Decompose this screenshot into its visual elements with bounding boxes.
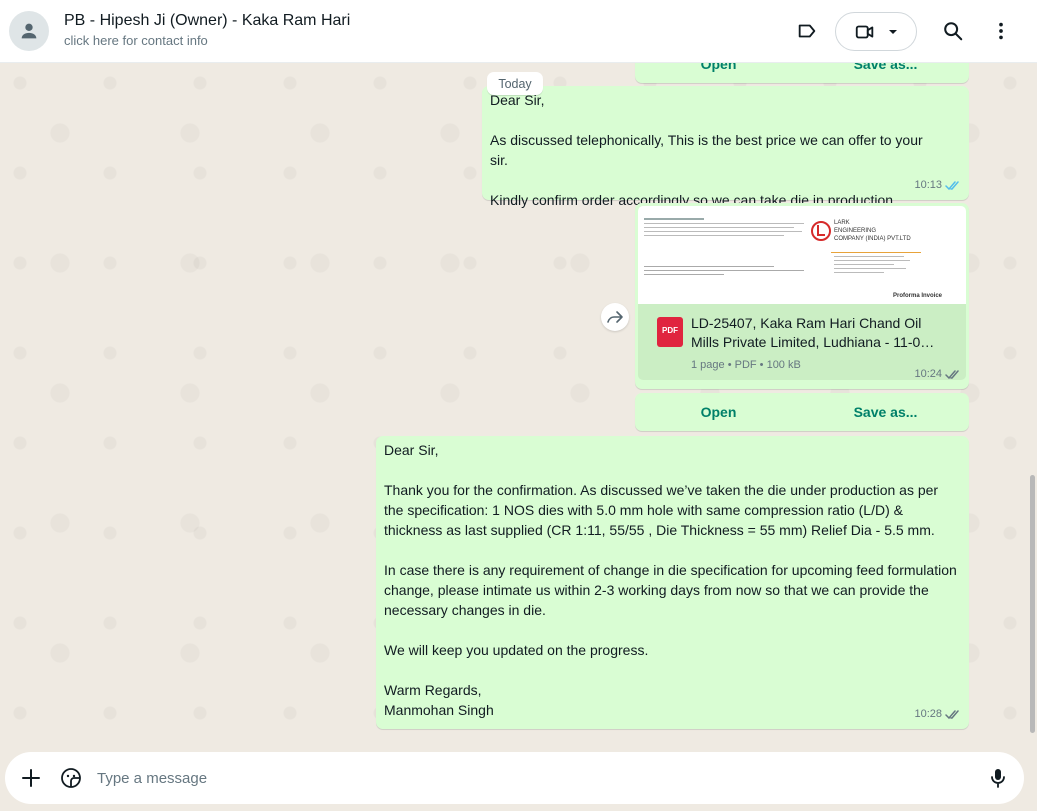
contact-info[interactable]: PB - Hipesh Ji (Owner) - Kaka Ram Hari c…: [64, 10, 350, 50]
document-name: LD-25407, Kaka Ram Hari Chand Oil Mills …: [691, 315, 935, 350]
search-icon: [944, 22, 963, 41]
forward-button[interactable]: [601, 303, 629, 331]
chevron-down-icon: [889, 29, 897, 34]
attach-button[interactable]: [17, 764, 45, 792]
message-time: 10:13: [914, 179, 942, 191]
chat-header: PB - Hipesh Ji (Owner) - Kaka Ram Hari c…: [0, 0, 1037, 63]
double-check-icon: [945, 369, 959, 379]
preview-company: LARK ENGINEERING COMPANY (INDIA) PVT.LTD: [834, 220, 911, 242]
composer: [5, 752, 1024, 804]
preview-heading: Proforma Invoice: [893, 293, 943, 299]
message-meta: 10:24: [914, 364, 961, 384]
label-icon: [798, 24, 816, 38]
video-icon: [855, 25, 874, 38]
plus-icon: [22, 769, 40, 787]
sticker-button[interactable]: [57, 764, 85, 792]
preview-address: [834, 256, 914, 273]
search-button[interactable]: [938, 16, 968, 46]
mic-icon: [991, 769, 1005, 788]
sticker-icon: [61, 768, 81, 788]
avatar[interactable]: [9, 11, 49, 51]
open-button[interactable]: Open: [635, 63, 802, 83]
date-chip: Today: [487, 72, 543, 95]
save-as-button[interactable]: Save as...: [802, 393, 969, 431]
pdf-icon: PDF: [657, 317, 683, 347]
save-as-button[interactable]: Save as...: [802, 63, 969, 83]
forward-icon: [607, 311, 623, 323]
company-logo-icon: [811, 221, 831, 241]
message-time: 10:28: [914, 708, 942, 720]
document-actions: Open Save as...: [635, 393, 969, 431]
label-button[interactable]: [792, 16, 822, 46]
video-call-button[interactable]: [835, 12, 917, 51]
previous-document-actions: Open Save as...: [635, 63, 969, 83]
message-meta: 10:28: [914, 704, 961, 724]
scrollbar[interactable]: [1027, 63, 1037, 748]
double-check-icon: [945, 180, 959, 190]
user-icon: [21, 23, 37, 39]
open-button[interactable]: Open: [635, 393, 802, 431]
preview-rule: [831, 252, 921, 253]
message-input[interactable]: [97, 765, 957, 791]
double-check-icon: [945, 709, 959, 719]
voice-button[interactable]: [984, 764, 1012, 792]
composer-bar: [0, 748, 1037, 811]
menu-button[interactable]: [986, 16, 1016, 46]
message-meta: 10:13: [914, 175, 961, 195]
message-text: Dear Sir, As discussed telephonically, T…: [490, 92, 923, 208]
document-info: 1 page • PDF • 100 kB: [691, 359, 801, 371]
message-time: 10:24: [914, 368, 942, 380]
preview-lines: [644, 218, 804, 275]
chat-title: PB - Hipesh Ji (Owner) - Kaka Ram Hari: [64, 12, 351, 29]
message-text: Dear Sir, Thank you for the confirmation…: [384, 442, 957, 718]
outgoing-message[interactable]: Dear Sir, As discussed telephonically, T…: [482, 86, 969, 208]
document-preview[interactable]: LARK ENGINEERING COMPANY (INDIA) PVT.LTD…: [638, 206, 966, 304]
chat-subtitle: click here for contact info: [64, 33, 208, 48]
outgoing-message[interactable]: Dear Sir, Thank you for the confirmation…: [376, 436, 969, 729]
menu-icon: [999, 22, 1003, 40]
message-list[interactable]: Open Save as... Today Dear Sir, As discu…: [0, 63, 1037, 748]
scrollbar-thumb[interactable]: [1030, 475, 1035, 733]
document-message[interactable]: LARK ENGINEERING COMPANY (INDIA) PVT.LTD…: [635, 203, 969, 389]
